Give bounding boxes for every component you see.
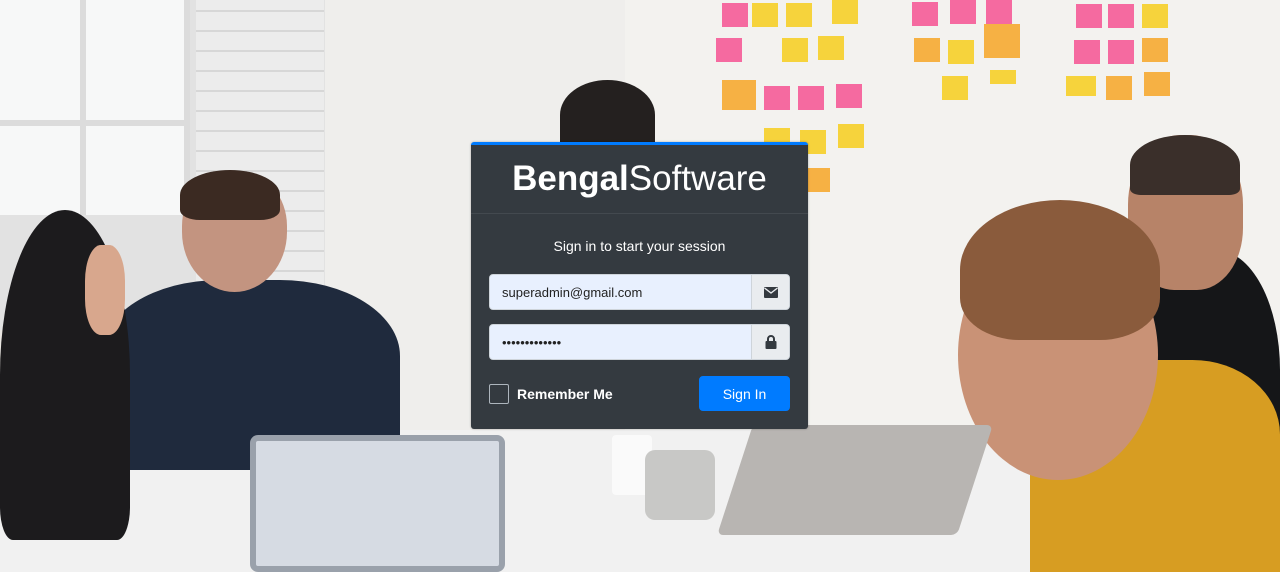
remember-me-checkbox[interactable] (489, 383, 509, 404)
brand-name-light: Software (628, 159, 767, 198)
sign-in-button[interactable]: Sign In (699, 376, 790, 411)
brand-name-bold: Bengal (512, 159, 629, 198)
remember-me-label: Remember Me (517, 385, 613, 402)
brand-logo[interactable]: Bengal Software (471, 145, 808, 214)
login-message: Sign in to start your session (553, 238, 726, 254)
email-input-group (489, 274, 790, 310)
password-input-group (489, 324, 790, 360)
remember-me[interactable]: Remember Me (489, 383, 613, 404)
envelope-icon (751, 275, 789, 309)
login-card: Bengal Software Sign in to start your ses… (471, 142, 808, 429)
email-field[interactable] (490, 275, 751, 309)
lock-icon (751, 325, 789, 359)
password-field[interactable] (490, 325, 751, 359)
